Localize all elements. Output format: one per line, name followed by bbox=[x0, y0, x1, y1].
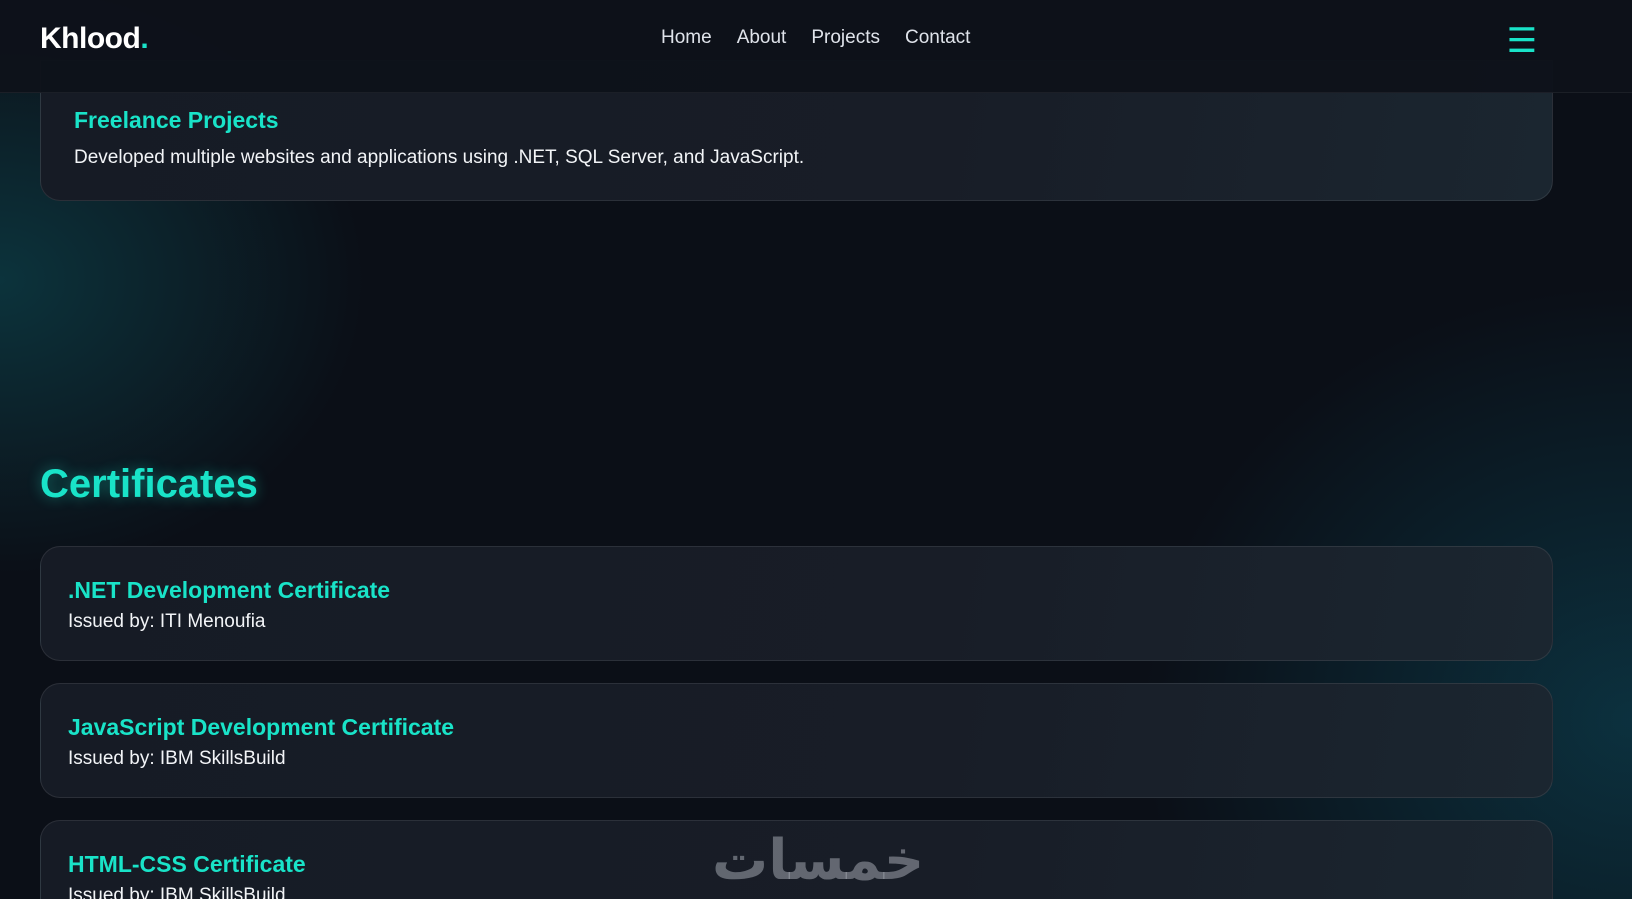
hamburger-menu-icon[interactable]: ☰ bbox=[1506, 24, 1538, 58]
certificate-issuer: Issued by: IBM SkillsBuild bbox=[68, 885, 286, 899]
nav-link-projects[interactable]: Projects bbox=[811, 27, 880, 48]
nav-link-contact[interactable]: Contact bbox=[905, 27, 970, 48]
navbar: Khlood. Home About Projects Contact ☰ bbox=[0, 0, 1632, 93]
experience-title: Freelance Projects bbox=[74, 107, 279, 133]
certificate-issuer: Issued by: ITI Menoufia bbox=[68, 611, 266, 632]
certificate-title: HTML-CSS Certificate bbox=[68, 851, 306, 877]
nav-item-about: About bbox=[737, 27, 787, 49]
nav-link-about[interactable]: About bbox=[737, 27, 787, 48]
logo-text: Khlood bbox=[40, 22, 141, 55]
nav-item-projects: Projects bbox=[811, 27, 880, 49]
certificate-card: JavaScript Development Certificate Issue… bbox=[40, 683, 1553, 798]
nav-item-contact: Contact bbox=[905, 27, 970, 49]
watermark-logo: خمسات bbox=[712, 828, 925, 893]
experience-description: Developed multiple websites and applicat… bbox=[74, 147, 805, 168]
logo[interactable]: Khlood. bbox=[40, 22, 149, 56]
certificate-card: .NET Development Certificate Issued by: … bbox=[40, 546, 1553, 661]
portfolio-page: Khlood. Home About Projects Contact ☰ Fr… bbox=[0, 0, 1632, 899]
certificate-title: JavaScript Development Certificate bbox=[68, 714, 455, 740]
nav-item-home: Home bbox=[661, 27, 712, 49]
certificate-title: .NET Development Certificate bbox=[68, 577, 391, 603]
nav-links: Home About Projects Contact bbox=[661, 27, 970, 49]
logo-dot: . bbox=[140, 22, 149, 55]
nav-link-home[interactable]: Home bbox=[661, 27, 712, 48]
certificates-heading: Certificates bbox=[40, 462, 258, 506]
certificate-issuer: Issued by: IBM SkillsBuild bbox=[68, 748, 286, 769]
